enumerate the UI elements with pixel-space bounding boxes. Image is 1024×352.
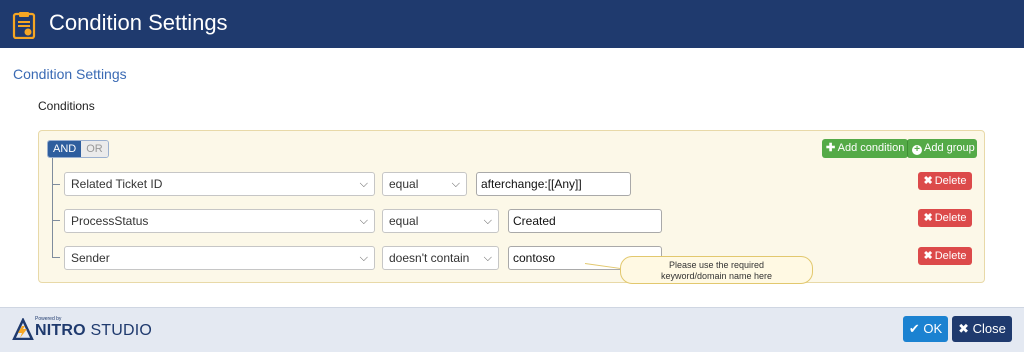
field-select-value: ProcessStatus [71, 214, 149, 228]
nitro-studio-logo: NITRO STUDIO [35, 322, 152, 340]
conditions-label: Conditions [38, 99, 95, 113]
check-icon: ✔ [908, 321, 920, 336]
clipboard-check-icon [12, 12, 36, 39]
plus-icon: ✚ [826, 142, 836, 154]
delete-label: Delete [934, 175, 967, 187]
or-toggle-button[interactable]: OR [81, 141, 108, 157]
callout-line-2: keyword/domain name here [660, 271, 773, 281]
operator-select[interactable]: equal ⌵ [382, 209, 499, 233]
tree-branch [52, 220, 60, 221]
field-select-value: Related Ticket ID [71, 177, 163, 191]
chevron-down-icon: ⌵ [359, 178, 368, 190]
close-icon: ✖ [923, 250, 933, 262]
close-icon: ✖ [923, 212, 933, 224]
footer [0, 307, 1024, 352]
tree-connector [52, 158, 53, 257]
add-condition-label: Add condition [837, 142, 905, 154]
section-title: Condition Settings [13, 66, 127, 82]
add-group-label: Add group [924, 142, 975, 154]
logo-product: STUDIO [90, 322, 153, 339]
delete-button[interactable]: ✖ Delete [918, 172, 972, 190]
title-bar: Condition Settings [0, 0, 1024, 48]
operator-select-value: equal [389, 177, 419, 191]
hint-callout: Please use the required keyword/domain n… [620, 256, 813, 284]
field-select[interactable]: Related Ticket ID ⌵ [64, 172, 375, 196]
callout-line-1: Please use the required [668, 260, 765, 270]
operator-select[interactable]: doesn't contain ⌵ [382, 246, 499, 270]
close-icon: ✖ [958, 321, 970, 336]
delete-button[interactable]: ✖ Delete [918, 209, 972, 227]
operator-select-value: equal [389, 214, 419, 228]
close-button[interactable]: ✖ Close [952, 316, 1012, 342]
and-or-toggle: AND OR [47, 140, 109, 158]
operator-select-value: doesn't contain [389, 251, 470, 265]
field-select[interactable]: Sender ⌵ [64, 246, 375, 270]
logo-brand: NITRO [35, 322, 86, 339]
chevron-down-icon: ⌵ [451, 178, 460, 190]
close-label: Close [972, 321, 1006, 336]
close-icon: ✖ [923, 175, 933, 187]
nitro-logo-icon [12, 318, 34, 340]
chevron-down-icon: ⌵ [483, 215, 492, 227]
tree-branch [52, 184, 60, 185]
add-condition-button[interactable]: ✚ Add condition [822, 139, 908, 158]
value-input[interactable]: Created [508, 209, 662, 233]
field-select-value: Sender [71, 251, 110, 265]
chevron-down-icon: ⌵ [359, 215, 368, 227]
chevron-down-icon: ⌵ [359, 252, 368, 264]
delete-label: Delete [934, 250, 967, 262]
tree-branch [52, 257, 60, 258]
plus-circle-icon: + [912, 145, 922, 155]
window-title: Condition Settings [49, 10, 228, 35]
ok-button[interactable]: ✔ OK [903, 316, 948, 342]
delete-label: Delete [934, 212, 967, 224]
delete-button[interactable]: ✖ Delete [918, 247, 972, 265]
field-select[interactable]: ProcessStatus ⌵ [64, 209, 375, 233]
ok-label: OK [923, 321, 943, 336]
add-group-button[interactable]: + Add group [907, 139, 977, 158]
value-input[interactable]: afterchange:[[Any]] [476, 172, 631, 196]
operator-select[interactable]: equal ⌵ [382, 172, 467, 196]
chevron-down-icon: ⌵ [483, 252, 492, 264]
and-toggle-button[interactable]: AND [48, 141, 82, 157]
